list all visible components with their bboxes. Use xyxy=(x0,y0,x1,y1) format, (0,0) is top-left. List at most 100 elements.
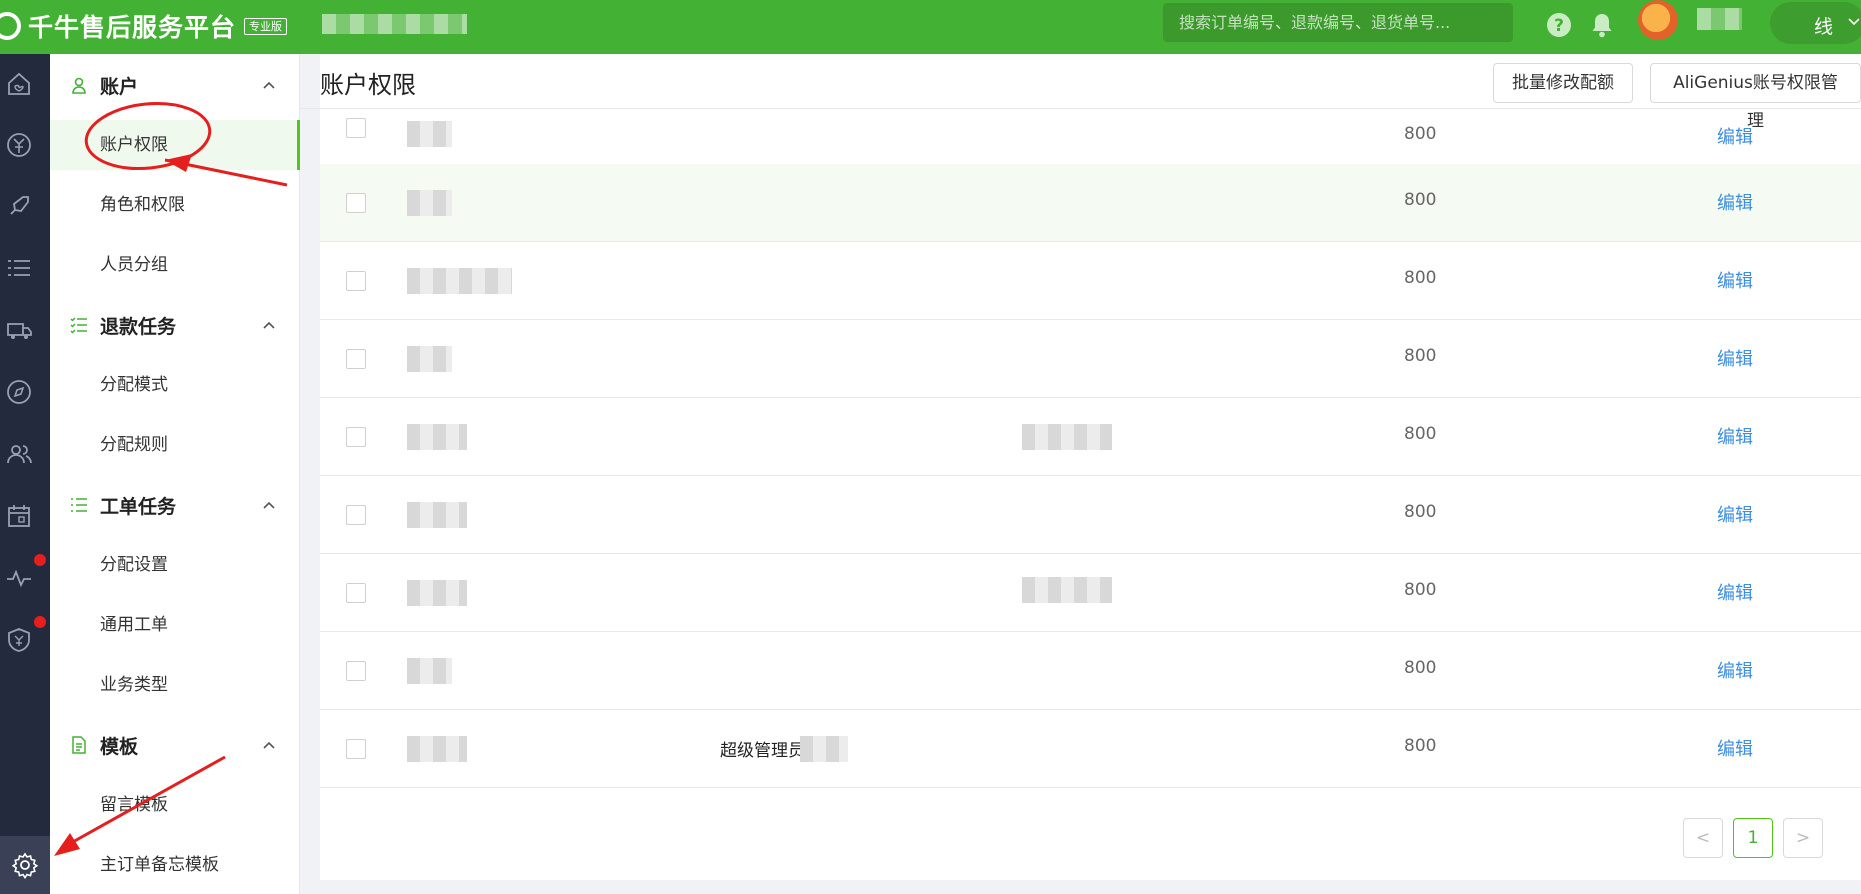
sidebar-item-business-type[interactable]: 业务类型 xyxy=(50,660,300,710)
quota-value: 800 xyxy=(1404,502,1437,522)
edit-link[interactable]: 编辑 xyxy=(1717,345,1753,371)
sidebar-item-assign-mode[interactable]: 分配模式 xyxy=(50,360,300,410)
quota-value: 800 xyxy=(1404,268,1437,288)
app-logo[interactable]: 千牛售后服务平台 专业版 xyxy=(0,6,288,46)
section-refund-tasks[interactable]: 退款任务 xyxy=(50,305,300,345)
notification-bell-icon[interactable] xyxy=(1588,11,1616,39)
calendar-icon[interactable] xyxy=(5,502,33,530)
section-templates[interactable]: 模板 xyxy=(50,725,300,765)
notification-dot xyxy=(34,554,46,566)
next-page-button[interactable]: > xyxy=(1783,818,1823,858)
app-title: 千牛售后服务平台 xyxy=(28,13,237,42)
row-checkbox[interactable] xyxy=(346,271,366,291)
row-checkbox[interactable] xyxy=(346,739,366,759)
sidebar-item-assign-settings[interactable]: 分配设置 xyxy=(50,540,300,590)
account-name-redacted xyxy=(407,346,452,372)
row-checkbox[interactable] xyxy=(346,427,366,447)
main-content: 账户权限 批量修改配额 AliGenius账号权限管理 800 编辑 800 编… xyxy=(300,54,1861,880)
user-menu[interactable]: 线 xyxy=(1770,2,1861,44)
list-icon xyxy=(71,498,87,512)
page-number-button[interactable]: 1 xyxy=(1733,818,1773,858)
role-redacted xyxy=(1022,577,1112,603)
table-row[interactable]: 800 编辑 xyxy=(320,398,1861,476)
batch-edit-quota-button[interactable]: 批量修改配额 xyxy=(1493,63,1633,103)
section-ticket-tasks[interactable]: 工单任务 xyxy=(50,485,300,525)
app-nav-rail xyxy=(0,54,50,894)
table-row[interactable]: 800 编辑 xyxy=(320,632,1861,710)
sidebar-item-staff-groups[interactable]: 人员分组 xyxy=(50,240,300,290)
sidebar-item-account-permissions[interactable]: 账户权限 xyxy=(50,120,300,170)
quota-value: 800 xyxy=(1404,658,1437,678)
edit-link[interactable]: 编辑 xyxy=(1717,423,1753,449)
table-row[interactable]: 800 编辑 xyxy=(320,476,1861,554)
aligenius-permission-button[interactable]: AliGenius账号权限管理 xyxy=(1650,63,1861,131)
notification-dot xyxy=(34,616,46,628)
sidebar-item-roles-permissions[interactable]: 角色和权限 xyxy=(50,180,300,230)
compass-icon[interactable] xyxy=(5,378,33,406)
table-row[interactable]: 800 编辑 xyxy=(320,242,1861,320)
edit-link[interactable]: 编辑 xyxy=(1717,123,1753,149)
settings-sidebar: 账户 账户权限 角色和权限 人员分组 退款任务 分配模式 分配规则 工单任务 分… xyxy=(50,54,300,894)
account-name-redacted xyxy=(407,121,452,147)
edit-link[interactable]: 编辑 xyxy=(1717,735,1753,761)
document-icon xyxy=(72,736,86,754)
table-row[interactable]: 800 编辑 xyxy=(320,320,1861,398)
row-checkbox[interactable] xyxy=(346,505,366,525)
table-row[interactable]: 超级管理员 800 编辑 xyxy=(320,710,1861,788)
account-name-redacted xyxy=(407,268,512,294)
shop-name-redacted xyxy=(322,14,467,34)
gear-icon xyxy=(11,852,39,879)
sidebar-item-general-ticket[interactable]: 通用工单 xyxy=(50,600,300,650)
account-name-redacted xyxy=(407,424,467,450)
team-icon[interactable] xyxy=(5,440,33,468)
edit-link[interactable]: 编辑 xyxy=(1717,657,1753,683)
delivery-truck-icon[interactable] xyxy=(5,316,33,344)
user-avatar[interactable] xyxy=(1638,0,1678,40)
account-name-redacted xyxy=(407,658,452,684)
svg-text:?: ? xyxy=(1554,16,1564,36)
edit-link[interactable]: 编辑 xyxy=(1717,579,1753,605)
edit-link[interactable]: 编辑 xyxy=(1717,267,1753,293)
row-checkbox[interactable] xyxy=(346,193,366,213)
chevron-up-icon xyxy=(263,741,275,749)
section-title: 退款任务 xyxy=(100,315,177,338)
help-icon[interactable]: ? xyxy=(1545,11,1573,39)
row-checkbox[interactable] xyxy=(346,661,366,681)
sidebar-item-message-template[interactable]: 留言模板 xyxy=(50,780,300,830)
task-list-icon[interactable] xyxy=(5,254,33,282)
qianniu-logo-icon xyxy=(0,12,21,40)
account-name-redacted xyxy=(407,736,467,762)
prev-page-button[interactable]: < xyxy=(1683,818,1723,858)
role-redacted xyxy=(1022,424,1112,450)
chevron-up-icon xyxy=(263,81,275,89)
table-row[interactable]: 800 编辑 xyxy=(320,554,1861,632)
sidebar-item-order-memo-template[interactable]: 主订单备忘模板 xyxy=(50,840,300,890)
chevron-up-icon xyxy=(263,321,275,329)
row-checkbox[interactable] xyxy=(346,118,366,138)
shield-refund-icon[interactable] xyxy=(5,626,33,654)
user-name-suffix: 线 xyxy=(1814,16,1834,38)
edit-link[interactable]: 编辑 xyxy=(1717,189,1753,215)
sidebar-item-assign-rules[interactable]: 分配规则 xyxy=(50,420,300,470)
table-row[interactable]: 800 编辑 xyxy=(320,164,1861,242)
pulse-icon[interactable] xyxy=(5,564,33,592)
account-name-redacted xyxy=(407,190,452,216)
edit-link[interactable]: 编辑 xyxy=(1717,501,1753,527)
home-icon[interactable] xyxy=(5,70,33,98)
quota-value: 800 xyxy=(1404,346,1437,366)
row-checkbox[interactable] xyxy=(346,349,366,369)
page-title: 账户权限 xyxy=(320,71,416,99)
role-name: 超级管理员 xyxy=(720,741,805,761)
row-checkbox[interactable] xyxy=(346,583,366,603)
top-header: 千牛售后服务平台 专业版 搜索订单编号、退款编号、退货单号... ? 线 xyxy=(0,0,1861,54)
quota-value: 800 xyxy=(1404,124,1437,144)
settings-rail-item[interactable] xyxy=(0,836,50,894)
account-name-redacted xyxy=(407,580,467,606)
refund-icon[interactable] xyxy=(5,131,33,159)
account-name-redacted xyxy=(407,502,467,528)
section-account[interactable]: 账户 xyxy=(50,65,300,105)
search-input[interactable]: 搜索订单编号、退款编号、退货单号... xyxy=(1163,3,1513,42)
quota-value: 800 xyxy=(1404,736,1437,756)
rocket-icon[interactable] xyxy=(5,192,33,220)
quota-value: 800 xyxy=(1404,190,1437,210)
